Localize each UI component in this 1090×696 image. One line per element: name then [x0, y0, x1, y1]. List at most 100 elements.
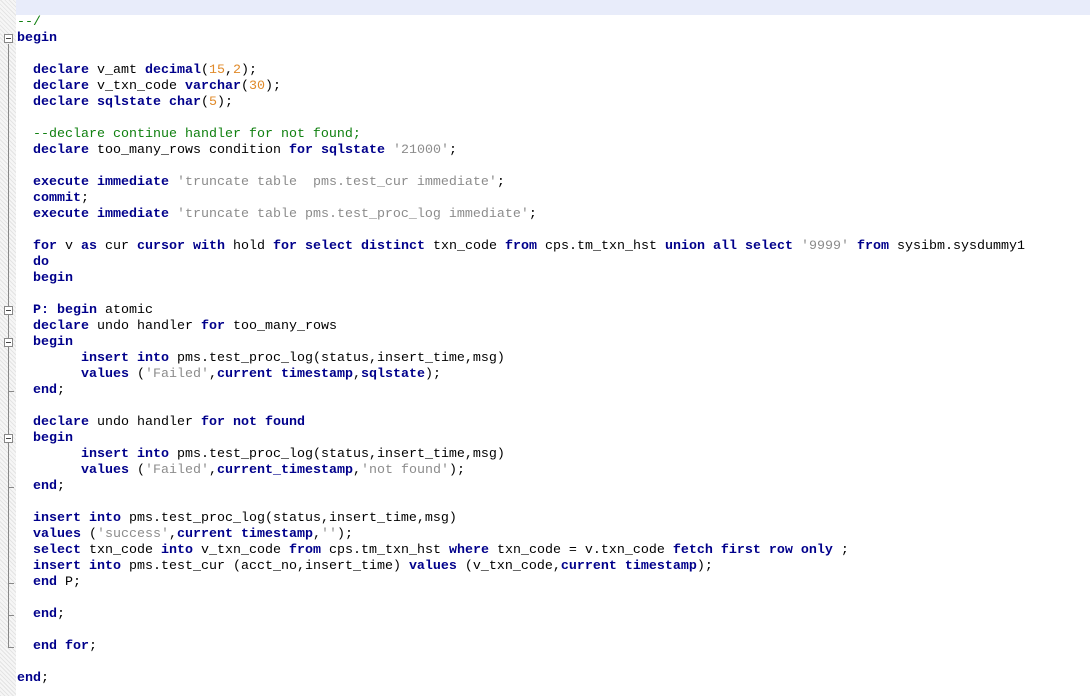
- keyword-token: end: [33, 575, 57, 590]
- keyword-token: declare: [33, 95, 89, 110]
- fold-collapse-icon[interactable]: [4, 434, 13, 443]
- text-token: );: [241, 63, 257, 78]
- text-token: (v_txn_code,: [456, 559, 561, 574]
- code-line[interactable]: execute immediate 'truncate table pms.te…: [17, 207, 537, 223]
- code-line[interactable]: commit;: [17, 191, 89, 207]
- code-line[interactable]: end for;: [17, 639, 97, 655]
- code-line[interactable]: P: begin atomic: [17, 303, 153, 319]
- code-line[interactable]: insert into pms.test_proc_log(status,ins…: [17, 447, 505, 463]
- code-line[interactable]: begin: [17, 335, 73, 351]
- code-line[interactable]: declare sqlstate char(5);: [17, 95, 233, 111]
- code-line[interactable]: insert into pms.test_proc_log(status,ins…: [17, 351, 505, 367]
- fold-collapse-icon[interactable]: [4, 34, 13, 43]
- text-token: v: [57, 239, 81, 254]
- code-line[interactable]: for v as cur cursor with hold for select…: [17, 239, 1025, 255]
- keyword-token: declare: [33, 79, 89, 94]
- keyword-token: select: [744, 239, 793, 254]
- code-line[interactable]: do: [17, 255, 49, 271]
- number-token: 30: [248, 79, 265, 94]
- text-token: );: [424, 367, 441, 382]
- keyword-token: begin: [57, 303, 97, 318]
- keyword-token: execute: [33, 175, 89, 190]
- code-line[interactable]: end;: [17, 479, 65, 495]
- keyword-token: char: [169, 95, 201, 110]
- keyword-token: distinct: [361, 239, 425, 254]
- code-line[interactable]: values ('Failed',current timestamp,sqlst…: [17, 367, 441, 383]
- code-line[interactable]: begin: [17, 31, 57, 47]
- code-line[interactable]: end;: [17, 671, 49, 687]
- keyword-token: end: [33, 383, 57, 398]
- code-line[interactable]: declare undo handler for too_many_rows: [17, 319, 337, 335]
- string-token: 'success': [97, 527, 169, 542]
- keyword-token: fetch: [672, 543, 713, 558]
- keyword-token: do: [33, 255, 49, 270]
- code-line[interactable]: insert into pms.test_proc_log(status,ins…: [17, 511, 457, 527]
- keyword-token: insert: [81, 351, 129, 366]
- code-line[interactable]: begin: [17, 271, 73, 287]
- text-token: ;: [832, 543, 849, 558]
- code-line[interactable]: end;: [17, 607, 65, 623]
- fold-collapse-icon[interactable]: [4, 338, 13, 347]
- keyword-token: from: [288, 543, 321, 558]
- code-line[interactable]: end P;: [17, 575, 81, 591]
- code-line[interactable]: declare v_amt decimal(15,2);: [17, 63, 257, 79]
- code-line[interactable]: declare too_many_rows condition for sqls…: [17, 143, 457, 159]
- code-line[interactable]: select txn_code into v_txn_code from cps…: [17, 543, 849, 559]
- text-token: pms.test_proc_log(status,insert_time,msg…: [169, 351, 505, 366]
- keyword-token: cursor: [137, 239, 185, 254]
- fold-collapse-icon[interactable]: [4, 306, 13, 315]
- text-token: sysibm.sysdummy1: [888, 239, 1025, 254]
- code-line[interactable]: begin: [17, 431, 73, 447]
- code-line[interactable]: execute immediate 'truncate table pms.te…: [17, 175, 505, 191]
- text-token: txn_code: [81, 543, 161, 558]
- code-line[interactable]: insert into pms.test_cur (acct_no,insert…: [17, 559, 713, 575]
- text-token: ;: [81, 191, 89, 206]
- keyword-token: timestamp: [281, 367, 353, 382]
- keyword-token: end: [33, 479, 57, 494]
- keyword-token: end: [17, 671, 41, 686]
- keyword-token: sqlstate: [320, 143, 385, 158]
- keyword-token: from: [856, 239, 889, 254]
- text-token: pms.test_proc_log(status,insert_time,msg…: [169, 447, 505, 462]
- code-line[interactable]: values ('success',current timestamp,'');: [17, 527, 353, 543]
- text-token: hold: [225, 239, 273, 254]
- text-token: cur: [97, 239, 137, 254]
- keyword-token: current_timestamp: [217, 463, 353, 478]
- code-line[interactable]: declare v_txn_code varchar(30);: [17, 79, 281, 95]
- code-line[interactable]: end;: [17, 383, 65, 399]
- string-token: '': [320, 527, 337, 542]
- keyword-token: only: [800, 543, 833, 558]
- text-token: ,: [209, 463, 217, 478]
- keyword-token: declare: [33, 319, 89, 334]
- code-line[interactable]: --/: [17, 15, 41, 31]
- keyword-token: insert: [81, 447, 129, 462]
- text-token: ;: [89, 639, 97, 654]
- code-line[interactable]: values ('Failed',current_timestamp,'not …: [17, 463, 465, 479]
- keyword-token: end: [33, 639, 57, 654]
- keyword-token: values: [408, 559, 457, 574]
- string-token: '21000': [392, 143, 449, 158]
- code-line[interactable]: --declare continue handler for not found…: [17, 127, 361, 143]
- code-line[interactable]: declare undo handler for not found: [17, 415, 305, 431]
- keyword-token: execute: [33, 207, 89, 222]
- keyword-token: for: [33, 239, 57, 254]
- keyword-token: select: [33, 543, 81, 558]
- keyword-token: union: [664, 239, 705, 254]
